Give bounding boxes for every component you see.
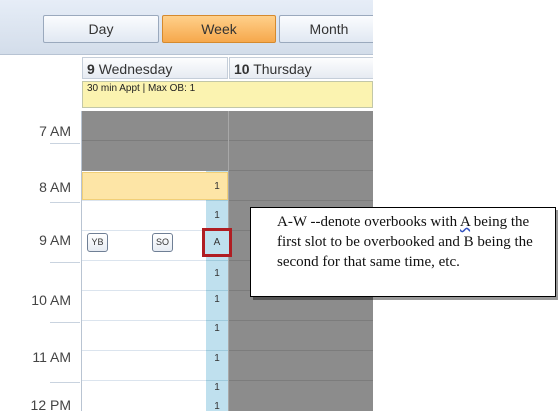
slot-line [82, 200, 206, 201]
annotation-letter: A [460, 214, 471, 230]
slot-line [229, 350, 373, 351]
slot-line [206, 350, 228, 351]
overbook-count[interactable]: 1 [206, 323, 228, 334]
day-number: 10 [234, 61, 250, 77]
day-view-button[interactable]: Day [43, 15, 159, 43]
overbook-count[interactable]: 1 [206, 181, 228, 192]
slot-line [82, 320, 206, 321]
day-name: Wednesday [98, 61, 173, 77]
half-hour-tick [50, 382, 80, 383]
month-view-button[interactable]: Month [279, 15, 373, 43]
slot-line [206, 200, 228, 201]
day-header-wednesday[interactable]: 9 Wednesday [82, 57, 228, 79]
day-header-thursday[interactable]: 10 Thursday [229, 57, 373, 79]
slot-line [229, 140, 373, 141]
slot-line [229, 320, 373, 321]
slot-line [82, 350, 206, 351]
slot-line [206, 320, 228, 321]
time-label-11am: 11 AM [32, 349, 71, 365]
time-gutter-header [0, 55, 82, 111]
slot-line [82, 260, 206, 261]
half-hour-tick [50, 202, 80, 203]
overbook-count[interactable]: 1 [206, 382, 228, 393]
slot-line [82, 230, 206, 231]
unavailable-block [82, 111, 228, 171]
slot-line [82, 380, 206, 381]
column-divider [228, 111, 229, 411]
week-calendar: Day Week Month 9 Wednesday 10 Thursday 3… [0, 0, 373, 411]
time-label-12pm: 12 PM [30, 397, 71, 411]
slot-line [82, 140, 206, 141]
annotation-text-pre: A-W --denote overbooks with [277, 214, 461, 230]
slot-line [229, 200, 373, 201]
half-hour-tick [50, 322, 80, 323]
slot-line [206, 140, 228, 141]
day-name: Thursday [253, 61, 312, 77]
annotation-callout: A-W --denote overbooks with A being the … [250, 207, 556, 297]
time-label-8am: 8 AM [39, 179, 71, 195]
overbook-marker-a[interactable]: A [202, 228, 232, 257]
time-label-10am: 10 AM [31, 292, 71, 308]
slot-line [229, 380, 373, 381]
half-hour-tick [50, 143, 80, 144]
overbook-count[interactable]: 1 [206, 210, 228, 221]
overbook-count[interactable]: 1 [206, 401, 228, 411]
overbook-count[interactable]: 1 [206, 268, 228, 279]
slot-line [82, 290, 206, 291]
slot-chip-yb[interactable]: YB [87, 233, 108, 252]
week-view-button[interactable]: Week [162, 15, 276, 43]
day-number: 9 [87, 61, 95, 77]
slot-line [206, 290, 228, 291]
slot-line [206, 260, 228, 261]
slot-chip-so[interactable]: SO [152, 233, 173, 252]
overbook-count[interactable]: 1 [206, 353, 228, 364]
half-hour-tick [50, 262, 80, 263]
slot-line [206, 380, 228, 381]
view-toolbar: Day Week Month [0, 0, 373, 55]
time-label-7am: 7 AM [39, 123, 71, 139]
slot-line [229, 170, 373, 171]
time-label-9am: 9 AM [39, 232, 71, 248]
overbook-count[interactable]: 1 [206, 294, 228, 305]
appointment-template-bar[interactable]: 30 min Appt | Max OB: 1 [82, 81, 373, 108]
